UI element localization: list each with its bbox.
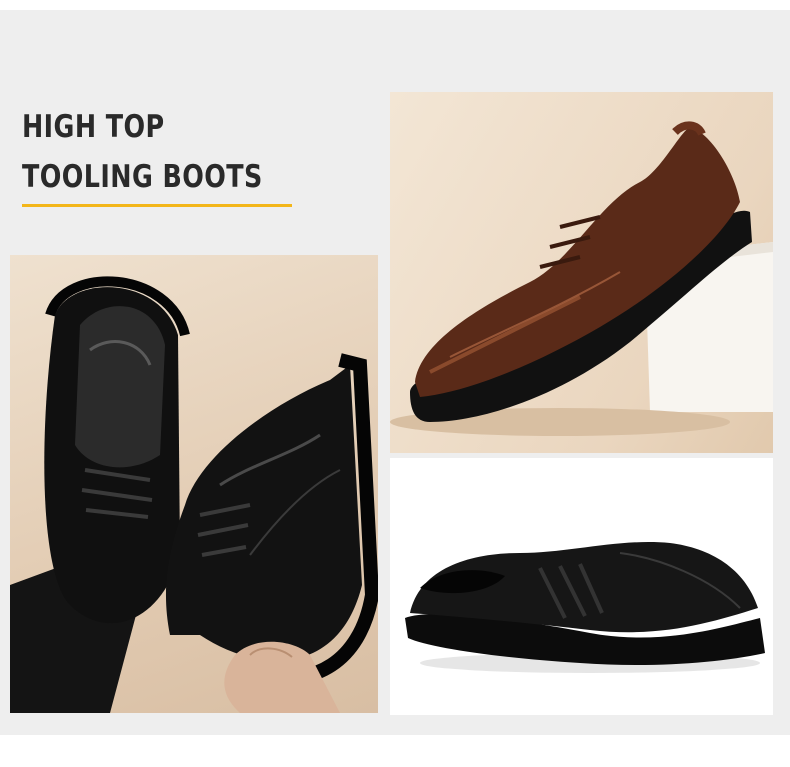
accent-underline xyxy=(22,204,292,207)
headline-line-2: TOOLING BOOTS xyxy=(22,159,263,195)
brown-leather-shoe-on-pedestal-photo xyxy=(390,92,773,453)
black-leather-shoe-side-view-photo xyxy=(390,458,773,715)
pair-of-black-shoes-worn-and-held-photo xyxy=(10,255,378,713)
banner-background: HIGH TOP TOOLING BOOTS xyxy=(0,10,790,735)
headline: HIGH TOP TOOLING BOOTS xyxy=(22,102,263,202)
headline-line-1: HIGH TOP xyxy=(22,109,165,145)
